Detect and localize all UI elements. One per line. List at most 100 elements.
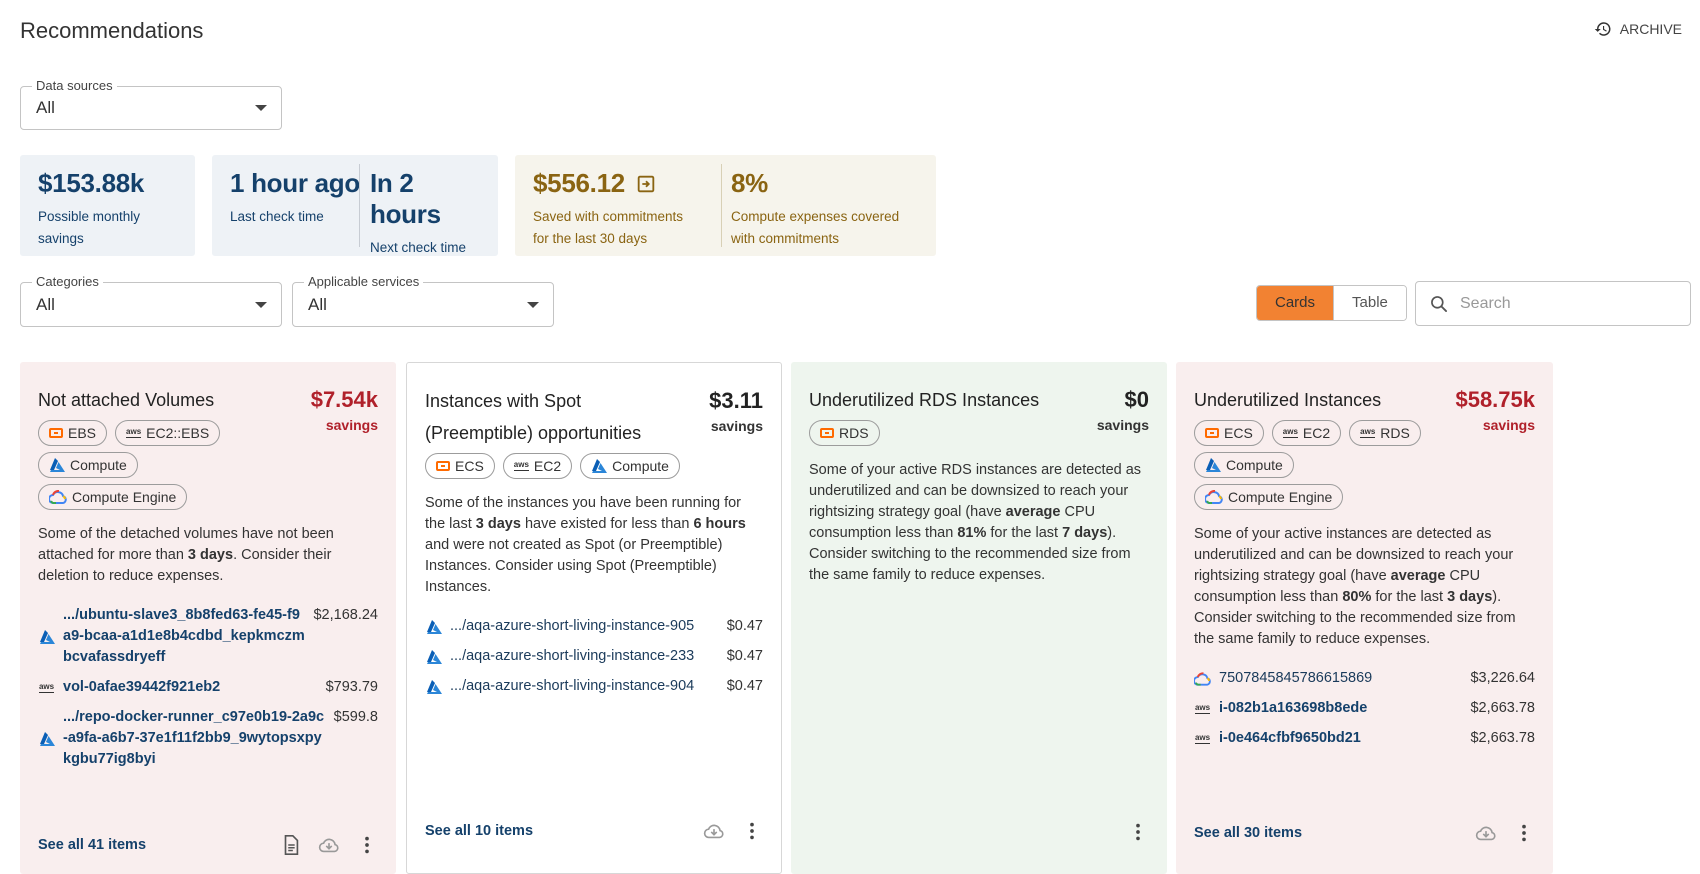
list-item[interactable]: .../aqa-azure-short-living-instance-904 …	[425, 676, 763, 697]
last-check-label: Last check time	[230, 209, 324, 224]
services-value: All	[308, 294, 327, 314]
services-select[interactable]: Applicable services All	[292, 274, 554, 327]
list-item[interactable]: aws i-0e464cfbf9650bd21 $2,663.78	[1194, 728, 1535, 749]
list-item[interactable]: 7507845845786615869 $3,226.64	[1194, 668, 1535, 689]
recommendation-card-not-attached-volumes: Not attached Volumes $7.54k savings EBS …	[20, 362, 396, 874]
cards-view-button[interactable]: Cards	[1257, 286, 1334, 320]
resource-link[interactable]: 7507845845786615869	[1219, 668, 1462, 689]
resource-link[interactable]: .../aqa-azure-short-living-instance-233	[450, 646, 719, 667]
search-input[interactable]	[1460, 290, 1680, 318]
chip-label: EC2	[1302, 425, 1331, 441]
service-chip-compute-engine[interactable]: Compute Engine	[1194, 484, 1344, 510]
list-item[interactable]: .../ubuntu-slave3_8b8fed63-fe45-f9a9-bca…	[38, 605, 378, 668]
list-item[interactable]: aws i-082b1a163698b8ede $2,663.78	[1194, 698, 1535, 719]
view-toggle: Cards Table	[1256, 285, 1407, 321]
resource-link[interactable]: .../ubuntu-slave3_8b8fed63-fe45-f9a9-bca…	[63, 605, 305, 668]
alibaba-icon	[436, 461, 450, 471]
document-icon[interactable]	[280, 834, 302, 856]
last-check-value: 1 hour ago	[230, 168, 360, 198]
possible-savings-label: Possible monthly savings	[38, 209, 141, 246]
resource-link[interactable]: .../aqa-azure-short-living-instance-904	[450, 676, 719, 697]
cloud-download-icon[interactable]	[703, 820, 725, 842]
service-chip-compute[interactable]: Compute	[580, 453, 680, 479]
alibaba-icon	[49, 428, 63, 438]
commitment-savings-value: $556.12	[533, 168, 625, 198]
resource-link[interactable]: i-0e464cfbf9650bd21	[1219, 728, 1462, 749]
open-in-icon[interactable]	[635, 173, 657, 195]
card-savings-label: savings	[325, 417, 378, 433]
azure-icon	[426, 649, 442, 664]
chip-label: ECS	[455, 458, 484, 474]
list-item[interactable]: .../aqa-azure-short-living-instance-233 …	[425, 646, 763, 667]
next-check-label: Next check time	[370, 240, 467, 255]
service-chip-ec2[interactable]: aws EC2	[1271, 420, 1342, 446]
savings-summary: $153.88k Possible monthly savings	[20, 155, 195, 256]
history-icon	[1594, 22, 1611, 36]
see-all-link[interactable]: See all 10 items	[425, 823, 703, 839]
resource-link[interactable]: i-082b1a163698b8ede	[1219, 698, 1462, 719]
aws-icon: aws	[513, 460, 529, 471]
card-savings-label: savings	[1482, 417, 1535, 433]
chip-label: ECS	[1224, 425, 1253, 441]
commitment-savings-label: Saved with commitments for the last 30 d…	[533, 209, 684, 246]
service-chip-ec2-ebs[interactable]: aws EC2::EBS	[115, 420, 221, 446]
service-chip-rds[interactable]: aws RDS	[1349, 420, 1421, 446]
list-item[interactable]: .../aqa-azure-short-living-instance-905 …	[425, 616, 763, 637]
gcp-icon	[1194, 671, 1211, 686]
more-vert-icon[interactable]	[1127, 821, 1149, 843]
resource-cost: $0.47	[726, 678, 763, 694]
azure-icon	[39, 629, 55, 644]
cloud-download-icon[interactable]	[318, 834, 340, 856]
categories-legend: Categories	[32, 274, 103, 290]
data-sources-select[interactable]: Data sources All	[20, 78, 282, 130]
data-sources-value: All	[36, 98, 55, 117]
chip-label: EC2::EBS	[146, 425, 210, 441]
service-chip-ebs[interactable]: EBS	[38, 420, 108, 446]
card-description: Some of the instances you have been runn…	[425, 495, 746, 595]
chevron-down-icon	[255, 105, 267, 111]
cloud-download-icon[interactable]	[1475, 822, 1497, 844]
coverage-label: Compute expenses covered with commitment…	[731, 209, 900, 246]
azure-icon	[1206, 458, 1221, 472]
service-chip-compute-engine[interactable]: Compute Engine	[38, 484, 188, 510]
see-all-link[interactable]: See all 41 items	[38, 837, 280, 853]
gcp-icon	[1205, 490, 1223, 504]
archive-button[interactable]: ARCHIVE	[1594, 20, 1682, 38]
recommendation-card-underutilized-instances: Underutilized Instances $58.75k savings …	[1176, 362, 1553, 874]
services-legend: Applicable services	[304, 274, 424, 290]
resource-link[interactable]: .../aqa-azure-short-living-instance-905	[450, 616, 719, 637]
service-chip-compute[interactable]: Compute	[1194, 452, 1294, 478]
list-item[interactable]: aws vol-0afae39442f921eb2 $793.79	[38, 677, 378, 698]
list-item[interactable]: .../repo-docker-runner_c97e0b19-2a9c-a9f…	[38, 707, 378, 770]
service-chip-rds[interactable]: RDS	[809, 420, 880, 446]
more-vert-icon[interactable]	[741, 820, 763, 842]
search-icon	[1431, 296, 1447, 312]
search-box[interactable]	[1415, 281, 1691, 326]
more-vert-icon[interactable]	[356, 834, 378, 856]
chevron-down-icon	[527, 301, 539, 308]
chip-label: RDS	[839, 425, 869, 441]
more-vert-icon[interactable]	[1513, 822, 1535, 844]
aws-icon: aws	[1282, 427, 1298, 438]
azure-icon	[39, 731, 55, 746]
resource-link[interactable]: vol-0afae39442f921eb2	[63, 677, 318, 698]
chip-label: EC2	[533, 458, 562, 474]
resource-cost: $2,663.78	[1470, 700, 1535, 716]
table-view-button[interactable]: Table	[1333, 286, 1406, 320]
card-savings-amount: $58.75k	[1455, 387, 1535, 412]
categories-select[interactable]: Categories All	[20, 274, 282, 327]
resource-link[interactable]: .../repo-docker-runner_c97e0b19-2a9c-a9f…	[63, 707, 326, 770]
card-description: Some of your active RDS instances are de…	[809, 462, 1142, 583]
resource-cost: $793.79	[325, 679, 378, 695]
card-savings-amount: $0	[1124, 387, 1149, 412]
see-all-link[interactable]: See all 30 items	[1194, 825, 1475, 841]
chip-label: EBS	[68, 425, 97, 441]
coverage-value: 8%	[731, 168, 768, 198]
card-savings-label: savings	[710, 418, 763, 434]
service-chip-ecs[interactable]: ECS	[425, 453, 495, 479]
service-chip-ecs[interactable]: ECS	[1194, 420, 1264, 446]
service-chip-ec2[interactable]: aws EC2	[502, 453, 573, 479]
chip-label: Compute	[612, 458, 669, 474]
service-chip-compute[interactable]: Compute	[38, 452, 138, 478]
azure-icon	[50, 458, 65, 472]
